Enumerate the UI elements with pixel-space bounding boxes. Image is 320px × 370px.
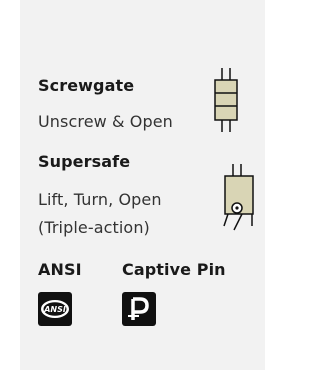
ansi-badge-icon: ANSI [38,292,72,326]
screwgate-title: Screwgate [38,76,135,95]
captive-pin-title: Captive Pin [122,260,226,279]
supersafe-title: Supersafe [38,152,131,171]
supersafe-lock-icon [223,164,254,231]
captive-pin-icon [122,292,156,326]
supersafe-description-line1: Lift, Turn, Open [38,190,162,209]
captive-pin-graphic [128,297,149,320]
screwgate-description: Unscrew & Open [38,112,173,131]
supersafe-description-line2: (Triple-action) [38,218,150,237]
ansi-badge-graphic: ANSI [41,300,69,318]
screwgate-lock-icon [214,68,238,132]
ansi-title: ANSI [38,260,82,279]
ansi-badge-text: ANSI [43,305,66,314]
